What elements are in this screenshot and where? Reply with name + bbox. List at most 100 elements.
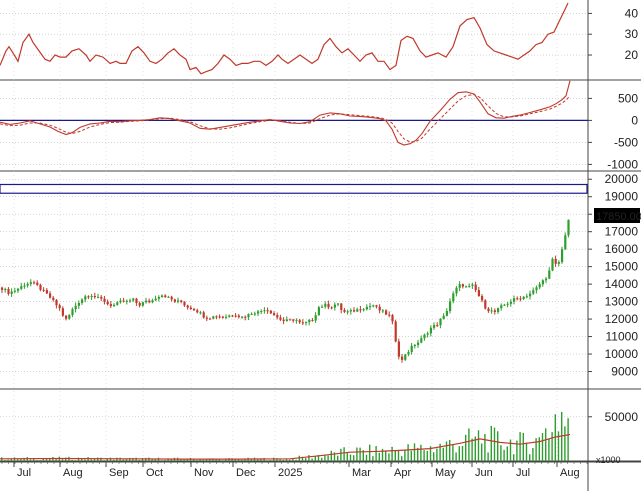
month-label: 2025 bbox=[278, 467, 302, 479]
candle-body bbox=[468, 285, 471, 287]
candle-body bbox=[413, 344, 416, 346]
volume-bar bbox=[410, 450, 412, 461]
candle-body bbox=[257, 311, 260, 314]
volume-bar bbox=[378, 452, 380, 461]
volume-bar bbox=[266, 460, 268, 461]
candle-body bbox=[378, 306, 381, 311]
candle-body bbox=[145, 300, 148, 303]
volume-bar bbox=[500, 445, 502, 461]
volume-bar bbox=[503, 449, 505, 461]
candle-body bbox=[55, 299, 58, 306]
candle-body bbox=[295, 320, 298, 322]
month-label: Oct bbox=[146, 467, 163, 479]
volume-bar bbox=[493, 427, 496, 461]
volume-bar bbox=[327, 455, 329, 461]
volume-bar bbox=[71, 459, 73, 461]
candle-body bbox=[394, 321, 397, 342]
volume-bar bbox=[61, 459, 64, 461]
candle-body bbox=[314, 315, 317, 321]
candle-body bbox=[301, 322, 304, 324]
candle-body bbox=[247, 314, 250, 318]
candle-body bbox=[65, 315, 68, 319]
volume-bar bbox=[161, 460, 163, 461]
volume-bar bbox=[484, 434, 486, 461]
candle-body bbox=[116, 302, 119, 305]
month-label: May bbox=[435, 467, 456, 479]
candle-body bbox=[417, 342, 420, 345]
price-band bbox=[0, 183, 588, 194]
volume-bar bbox=[413, 443, 416, 461]
volume-bar bbox=[545, 428, 547, 461]
volume-bar bbox=[391, 446, 393, 461]
volume-bar bbox=[445, 441, 448, 461]
candle-body bbox=[445, 311, 448, 316]
volume-bar bbox=[436, 448, 438, 461]
volume-bar bbox=[74, 460, 76, 461]
price-tick-label: 19000 bbox=[605, 190, 639, 204]
candle-body bbox=[93, 296, 96, 298]
candle-body bbox=[436, 325, 439, 327]
candle-body bbox=[186, 305, 189, 308]
price-panel bbox=[0, 183, 588, 363]
candle-body bbox=[391, 315, 394, 322]
candle-body bbox=[148, 300, 151, 303]
candle-body bbox=[74, 305, 77, 310]
candle-body bbox=[209, 318, 212, 320]
macd-tick-label: -500 bbox=[614, 135, 638, 149]
rsi-panel bbox=[0, 2, 569, 75]
candle-body bbox=[442, 315, 445, 319]
candle-body bbox=[282, 319, 285, 322]
candle-body bbox=[77, 302, 80, 306]
candle-body bbox=[321, 306, 324, 308]
candle-body bbox=[423, 334, 426, 339]
candle-body bbox=[545, 278, 548, 281]
candle-body bbox=[237, 315, 240, 318]
candle-body bbox=[122, 300, 125, 302]
candle-body bbox=[465, 286, 468, 288]
candle-body bbox=[212, 316, 215, 319]
candle-body bbox=[260, 311, 263, 313]
price-tick-label: 16000 bbox=[605, 242, 639, 256]
candle-body bbox=[285, 319, 288, 322]
volume-bar bbox=[461, 445, 464, 461]
candle-body bbox=[330, 307, 333, 309]
candle-body bbox=[340, 303, 343, 310]
candle-body bbox=[125, 300, 128, 302]
candle-body bbox=[516, 298, 519, 300]
candle-body bbox=[497, 308, 500, 312]
volume-bar bbox=[369, 444, 371, 461]
candle-body bbox=[135, 298, 138, 303]
candle-body bbox=[481, 296, 484, 301]
volume-bar bbox=[471, 438, 473, 461]
candle-body bbox=[10, 291, 13, 294]
candle-body bbox=[388, 314, 391, 316]
candle-body bbox=[426, 333, 429, 335]
candle-body bbox=[564, 235, 567, 250]
candle-body bbox=[244, 316, 247, 318]
candle-body bbox=[109, 304, 112, 307]
month-label: Aug bbox=[560, 467, 580, 479]
candle-body bbox=[420, 338, 423, 343]
volume-bar bbox=[522, 432, 524, 461]
volume-bar bbox=[538, 437, 540, 461]
candle-body bbox=[167, 296, 170, 298]
candle-body bbox=[471, 284, 474, 286]
candle-body bbox=[567, 219, 570, 236]
volume-bar bbox=[202, 459, 204, 461]
volume-bar bbox=[452, 444, 454, 461]
candle-body bbox=[33, 282, 36, 284]
volume-bar bbox=[7, 459, 9, 461]
candle-body bbox=[119, 300, 122, 303]
volume-bar bbox=[308, 455, 310, 461]
last-price-badge-text: 17850.00 bbox=[596, 211, 641, 223]
volume-bar bbox=[353, 455, 355, 461]
macd-tick-label: -1000 bbox=[607, 157, 638, 171]
candle-body bbox=[449, 301, 452, 312]
candle-body bbox=[372, 305, 375, 307]
volume-bar bbox=[183, 459, 185, 461]
candle-body bbox=[362, 309, 365, 311]
volume-bar bbox=[372, 456, 374, 461]
volume-bar bbox=[311, 458, 313, 461]
candle-body bbox=[68, 315, 71, 319]
candle-body bbox=[26, 283, 29, 286]
